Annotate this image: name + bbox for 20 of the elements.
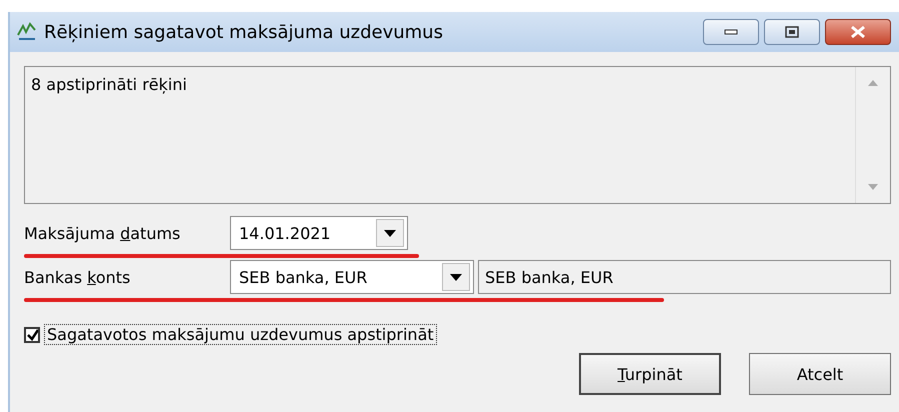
info-text: 8 apstiprināti rēķini — [30, 74, 188, 96]
checkbox[interactable] — [24, 326, 40, 342]
dropdown-field[interactable]: SEB banka, EUR — [230, 260, 474, 294]
minimize-icon — [724, 29, 738, 35]
checkbox-label: Sagatavotos maksājumu uzdevumus apstiprināt — [44, 324, 437, 345]
close-icon — [850, 25, 866, 39]
dropdown-arrow-icon[interactable] — [450, 274, 462, 280]
window-title: Rēķiniem sagatavot maksājuma uzdevumus — [44, 22, 444, 42]
maximize-icon — [785, 26, 799, 38]
dialog-button[interactable]: Turpināt — [579, 353, 721, 395]
dropdown-arrow-icon[interactable] — [384, 230, 396, 236]
dialog-button[interactable]: Atcelt — [749, 353, 891, 395]
minimize-button[interactable] — [703, 19, 759, 45]
field-label: Bankas konts — [24, 268, 132, 286]
maximize-button[interactable] — [764, 19, 820, 45]
app-logo-icon — [16, 21, 38, 43]
close-button[interactable] — [825, 19, 891, 45]
dropdown-field[interactable]: 14.01.2021 — [230, 216, 408, 250]
description-field: SEB banka, EUR — [478, 260, 891, 294]
field-label: Maksājuma datums — [24, 224, 182, 242]
